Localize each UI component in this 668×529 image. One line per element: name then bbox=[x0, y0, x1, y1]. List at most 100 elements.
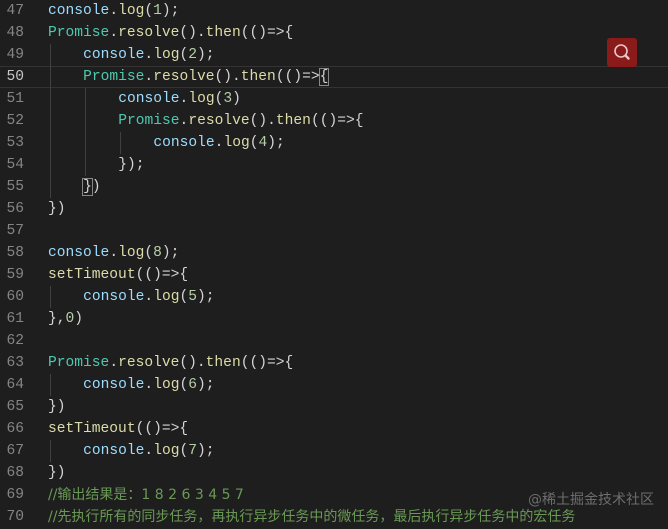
code-line[interactable]: 54}); bbox=[0, 154, 668, 176]
code-token: (() bbox=[135, 267, 162, 283]
code-token: . bbox=[144, 47, 154, 63]
code-token: log bbox=[118, 245, 145, 261]
line-number: 60 bbox=[6, 289, 24, 305]
code-text: }) bbox=[48, 396, 66, 418]
code-line[interactable]: 70 //先执行所有的同步任务，再执行异步任务中的微任务，最后执行异步任务中的宏任… bbox=[0, 506, 668, 528]
code-line[interactable]: 67 console.log(7); bbox=[0, 440, 668, 462]
code-text: console.log(4); bbox=[153, 132, 284, 154]
code-token: setTimeout bbox=[48, 267, 136, 283]
code-line[interactable]: 52 Promise.resolve().then(()=>{ bbox=[0, 110, 668, 132]
code-token: (() bbox=[135, 421, 162, 437]
code-token: { bbox=[318, 68, 330, 86]
line-number: 61 bbox=[6, 311, 24, 327]
code-token: ) bbox=[91, 179, 101, 195]
code-token: console bbox=[83, 443, 145, 459]
code-token: ); bbox=[197, 443, 215, 459]
code-line[interactable]: 58 console.log(8); bbox=[0, 242, 668, 264]
code-token: { bbox=[284, 25, 294, 41]
code-token: (() bbox=[240, 355, 267, 371]
code-line[interactable]: 55}) bbox=[0, 176, 668, 198]
code-line[interactable]: 51 console.log(3) bbox=[0, 88, 668, 110]
code-token: . bbox=[144, 377, 154, 393]
code-token: { bbox=[284, 355, 294, 371]
line-number: 47 bbox=[6, 3, 24, 19]
code-text: console.log(1); bbox=[48, 0, 179, 22]
line-number: 57 bbox=[6, 223, 24, 239]
code-token: ( bbox=[179, 377, 189, 393]
code-token: => bbox=[266, 25, 285, 41]
search-button[interactable] bbox=[607, 38, 637, 67]
code-token: 7 bbox=[188, 443, 197, 459]
line-number: 65 bbox=[6, 399, 24, 415]
code-token: ) bbox=[74, 311, 84, 327]
code-line[interactable]: 60 console.log(5); bbox=[0, 286, 668, 308]
line-number: 52 bbox=[6, 113, 24, 129]
indent-guide bbox=[50, 154, 51, 176]
code-token: console bbox=[83, 289, 145, 305]
code-line[interactable]: 47 console.log(1); bbox=[0, 0, 668, 22]
line-number: 53 bbox=[6, 135, 24, 151]
indent-guide bbox=[50, 440, 51, 462]
line-number: 67 bbox=[6, 443, 24, 459]
code-token: . bbox=[144, 443, 154, 459]
code-token: log bbox=[153, 47, 180, 63]
code-text: console.log(6); bbox=[83, 374, 214, 396]
code-line[interactable]: 49 console.log(2); bbox=[0, 44, 668, 66]
search-icon bbox=[614, 44, 630, 60]
code-line[interactable]: 66 setTimeout(()=>{ bbox=[0, 418, 668, 440]
code-token: 5 bbox=[188, 289, 197, 305]
code-token: (() bbox=[240, 25, 267, 41]
code-text: Promise.resolve().then(()=>{ bbox=[48, 22, 293, 44]
line-number: 68 bbox=[6, 465, 24, 481]
code-token: 3 bbox=[223, 91, 233, 107]
comment-token: //先执行所有的同步任务，再执行异步任务中的微任务，最后执行异步任务中的宏任务 bbox=[48, 509, 576, 525]
code-token: log bbox=[223, 135, 250, 151]
line-number: 55 bbox=[6, 179, 24, 195]
code-line[interactable]: 65}) bbox=[0, 396, 668, 418]
code-token: console bbox=[83, 377, 145, 393]
code-token: ( bbox=[144, 245, 154, 261]
code-token: . bbox=[109, 3, 119, 19]
code-line[interactable]: 63 Promise.resolve().then(()=>{ bbox=[0, 352, 668, 374]
code-token: ( bbox=[179, 47, 189, 63]
code-line[interactable]: 53 console.log(4); bbox=[0, 132, 668, 154]
code-token: console bbox=[118, 91, 180, 107]
code-text: //先执行所有的同步任务，再执行异步任务中的微任务，最后执行异步任务中的宏任务 bbox=[48, 506, 575, 529]
indent-guide bbox=[85, 110, 87, 132]
code-token: => bbox=[302, 69, 320, 85]
code-line[interactable]: 56}) bbox=[0, 198, 668, 220]
code-token: { bbox=[179, 421, 189, 437]
code-token: log bbox=[153, 443, 180, 459]
code-token: . bbox=[109, 245, 119, 261]
indent-guide bbox=[50, 286, 51, 308]
code-line[interactable]: 61 },0) bbox=[0, 308, 668, 330]
code-token: resolve bbox=[118, 25, 180, 41]
line-number: 70 bbox=[6, 509, 24, 525]
code-token: . bbox=[179, 91, 189, 107]
indent-guide bbox=[85, 154, 87, 176]
line-number: 49 bbox=[6, 47, 24, 63]
code-editor[interactable]: 47 console.log(1); 48 Promise.resolve().the… bbox=[0, 0, 668, 528]
code-token: ) bbox=[232, 91, 241, 107]
code-line[interactable]: 62 bbox=[0, 330, 668, 352]
code-text: Promise.resolve().then(()=>{ bbox=[48, 352, 293, 374]
code-token: . bbox=[109, 355, 119, 371]
code-line[interactable]: 59 setTimeout(()=>{ bbox=[0, 264, 668, 286]
code-token: log bbox=[188, 91, 215, 107]
code-line[interactable]: 50 Promise.resolve().then(()=>{ bbox=[0, 66, 668, 88]
line-number: 59 bbox=[6, 267, 24, 283]
code-text: }) bbox=[48, 198, 66, 220]
code-token: resolve bbox=[118, 355, 180, 371]
code-token: then bbox=[205, 355, 241, 371]
code-token: 1 bbox=[153, 3, 162, 19]
code-text: },0) bbox=[48, 308, 83, 330]
code-token: ( bbox=[179, 289, 189, 305]
code-line[interactable]: 48 Promise.resolve().then(()=>{ bbox=[0, 22, 668, 44]
code-token: 4 bbox=[258, 135, 268, 151]
code-token: ); bbox=[161, 3, 180, 19]
code-token: ); bbox=[161, 245, 180, 261]
code-line[interactable]: 68}) bbox=[0, 462, 668, 484]
code-text: console.log(5); bbox=[83, 286, 214, 308]
code-line[interactable]: 57 bbox=[0, 220, 668, 242]
code-line[interactable]: 64 console.log(6); bbox=[0, 374, 668, 396]
